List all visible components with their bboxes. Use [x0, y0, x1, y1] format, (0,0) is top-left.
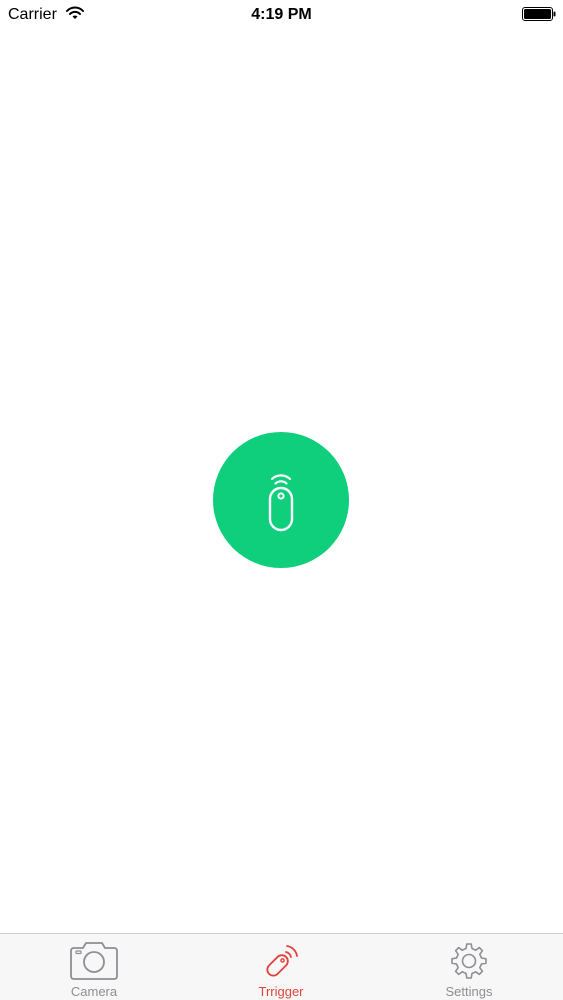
- tab-bar: Camera Trrigger Settings: [0, 933, 563, 1000]
- tab-settings-label: Settings: [445, 984, 493, 999]
- tab-trigger[interactable]: Trrigger: [211, 934, 351, 1000]
- remote-shutter-icon: [268, 474, 294, 532]
- remote-shutter-icon: [266, 945, 298, 977]
- gear-icon: [451, 943, 487, 979]
- battery-full-icon: [522, 7, 556, 21]
- camera-icon: [70, 942, 118, 980]
- tab-trigger-label: Trrigger: [258, 984, 304, 999]
- tab-camera[interactable]: Camera: [24, 934, 164, 1000]
- status-time: 4:19 PM: [251, 6, 312, 23]
- trigger-button[interactable]: [213, 432, 349, 568]
- tab-camera-label: Camera: [70, 984, 118, 999]
- status-bar: Carrier 4:19 PM: [0, 0, 563, 30]
- tab-settings[interactable]: Settings: [399, 934, 539, 1000]
